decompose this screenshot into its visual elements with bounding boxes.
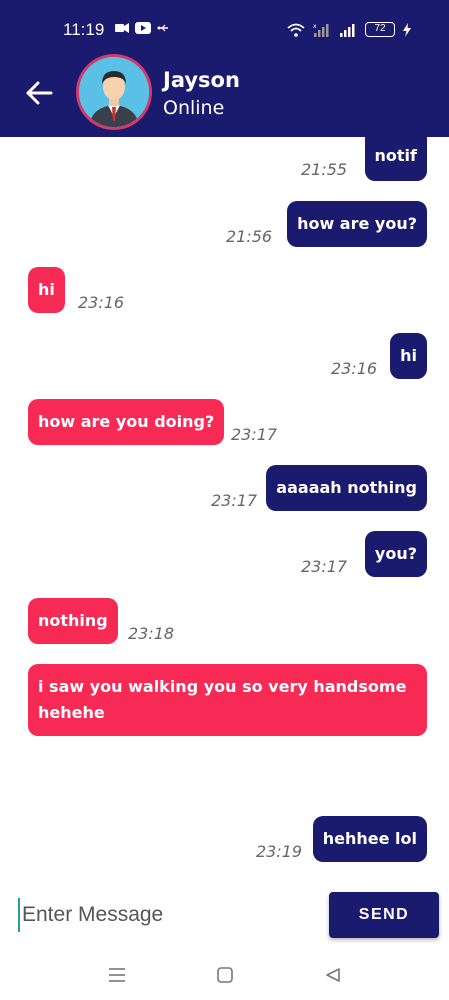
message-list[interactable]: notif 21:55 how are you? 21:56 hi 23:16 …	[0, 137, 449, 880]
back-button[interactable]	[22, 76, 56, 110]
person-icon	[79, 57, 149, 127]
svg-text:x: x	[313, 23, 317, 30]
battery-indicator: 72	[365, 22, 395, 37]
message-time: 23:16	[78, 293, 125, 312]
message-time: 23:16	[331, 359, 378, 378]
arrow-left-icon	[26, 81, 53, 105]
message-bubble-sent[interactable]: hehhee lol	[312, 816, 427, 862]
charging-icon	[403, 22, 411, 37]
message-text: nothing	[38, 611, 108, 630]
nav-back-button[interactable]	[319, 961, 347, 989]
message-composer: SEND	[0, 880, 449, 950]
message-bubble-received[interactable]: nothing	[28, 598, 118, 644]
status-time: 11:19	[63, 20, 105, 39]
message-bubble-received[interactable]: i saw you walking you so very handsome h…	[28, 664, 427, 736]
status-system-icons: x 72	[287, 22, 411, 37]
message-time: 23:18	[128, 624, 175, 643]
message-time: 23:17	[211, 491, 258, 510]
nav-recent-button[interactable]	[103, 961, 131, 989]
message-text: i saw you walking you so very handsome h…	[38, 677, 407, 722]
status-bar: 11:19 x 72	[0, 0, 449, 60]
message-bubble-received[interactable]: how are you doing?	[28, 399, 225, 445]
message-time: 21:55	[301, 160, 348, 179]
youtube-icon	[135, 22, 151, 34]
avatar-image	[79, 57, 149, 127]
message-time: 23:17	[231, 425, 278, 444]
menu-icon	[108, 968, 125, 982]
message-bubble-sent[interactable]: how are you?	[287, 201, 427, 247]
battery-level: 72	[374, 23, 386, 34]
status-notifications	[115, 22, 169, 34]
triangle-back-icon	[325, 968, 340, 982]
contact-name: Jayson	[163, 68, 240, 92]
message-bubble-sent[interactable]: aaaaah nothing	[266, 465, 427, 511]
nav-home-button[interactable]	[211, 961, 239, 989]
message-time: 23:19	[256, 842, 303, 861]
message-time: 21:56	[226, 227, 273, 246]
message-text: hehhee lol	[322, 829, 417, 848]
usb-icon	[157, 24, 168, 32]
message-text: hi	[38, 280, 55, 299]
avatar[interactable]	[76, 54, 152, 130]
send-button[interactable]: SEND	[329, 892, 439, 938]
message-bubble-sent[interactable]: hi	[390, 333, 427, 379]
signal-icon	[340, 23, 355, 37]
wifi-icon	[287, 23, 305, 37]
message-text: how are you?	[297, 214, 417, 233]
message-text: how are you doing?	[38, 412, 215, 431]
message-input[interactable]	[18, 898, 308, 932]
video-camera-icon	[115, 23, 129, 33]
system-nav-bar	[0, 950, 449, 1000]
app-header: 11:19 x 72 Jayson Online	[0, 0, 449, 137]
message-text: notif	[374, 146, 417, 165]
signal-no-service-icon: x	[313, 23, 329, 37]
message-bubble-received[interactable]: hi	[28, 267, 65, 313]
contact-status: Online	[163, 97, 225, 119]
message-text: you?	[374, 544, 417, 563]
message-text: aaaaah nothing	[276, 478, 417, 497]
square-icon	[216, 967, 233, 983]
message-bubble-sent[interactable]: you?	[364, 531, 427, 577]
message-time: 23:17	[301, 557, 348, 576]
message-bubble-sent[interactable]: notif	[364, 137, 427, 181]
message-text: hi	[400, 346, 417, 365]
